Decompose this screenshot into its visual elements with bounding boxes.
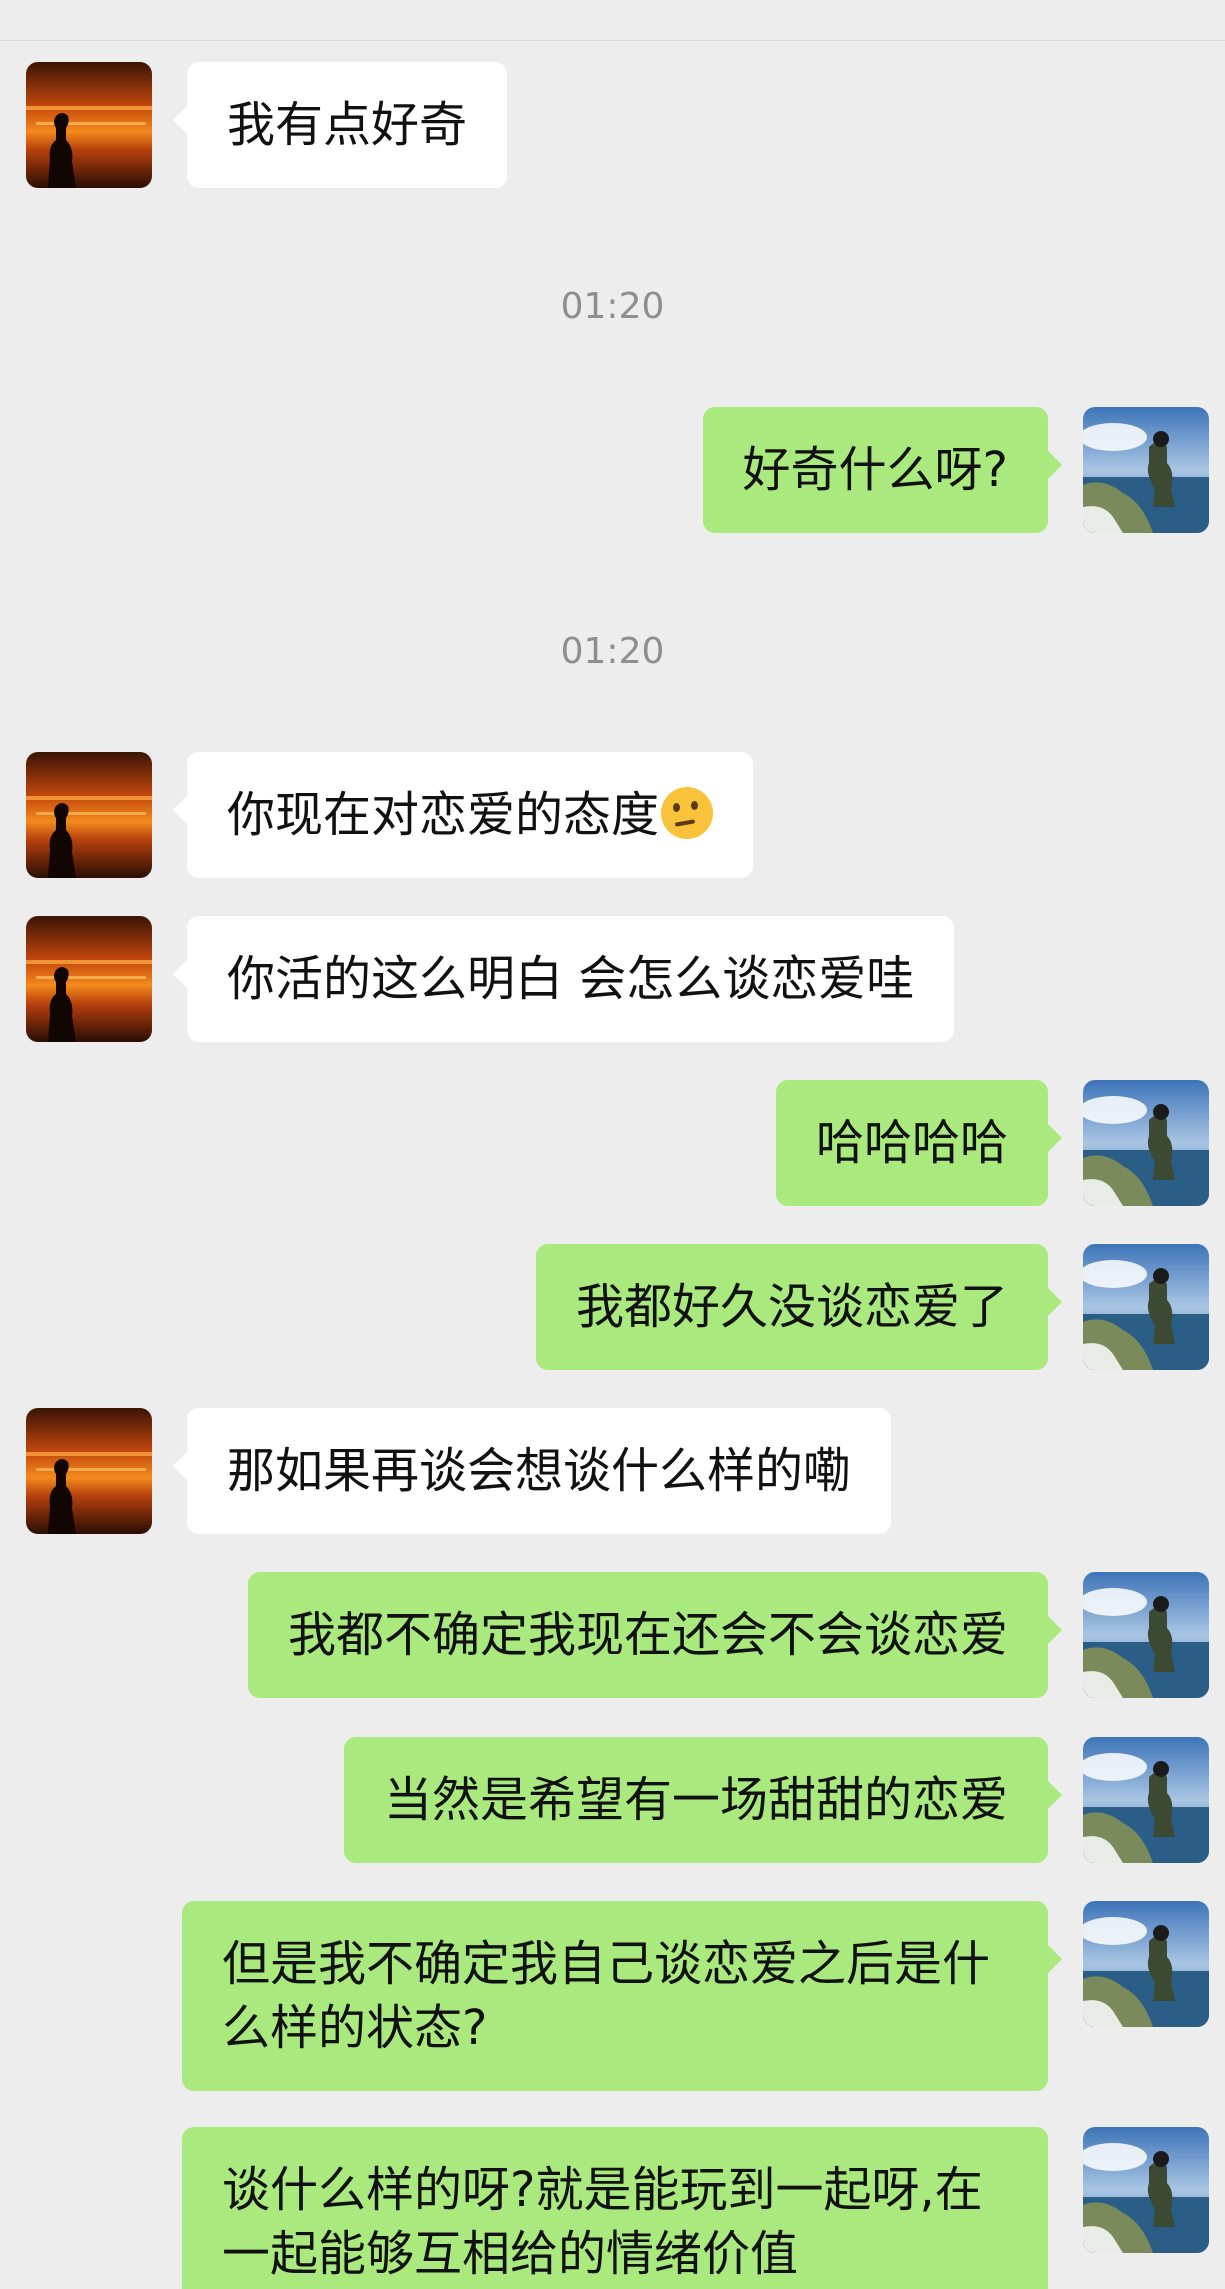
message-text: 你活的这么明白 会怎么谈恋爱哇 — [227, 951, 915, 1007]
message-text: 你现在对恋爱的态度 — [227, 787, 660, 843]
message-bubble[interactable]: 我有点好奇 — [172, 62, 508, 188]
message-bubble[interactable]: 好奇什么呀? — [702, 407, 1063, 533]
timestamp: 01:20 — [560, 286, 665, 327]
message-text: 谈什么样的呀?就是能玩到一起呀,在一起能够互相给的情绪价值 — [222, 2162, 983, 2282]
message-text: 那如果再谈会想谈什么样的嘞 — [227, 1443, 852, 1499]
timestamp: 01:20 — [560, 631, 665, 672]
message-bubble[interactable]: 你活的这么明白 会怎么谈恋爱哇 — [172, 916, 955, 1042]
message-row: 但是我不确定我自己谈恋爱之后是什么样的状态? — [0, 1901, 1225, 2091]
message-bubble[interactable]: 你现在对恋爱的态度 — [172, 752, 754, 878]
message-bubble[interactable]: 谈什么样的呀?就是能玩到一起呀,在一起能够互相给的情绪价值 — [182, 2127, 1048, 2289]
message-row: 当然是希望有一场甜甜的恋爱 — [0, 1737, 1225, 1863]
cliff-avatar-icon[interactable] — [1083, 1737, 1209, 1863]
message-text: 但是我不确定我自己谈恋爱之后是什么样的状态? — [222, 1936, 991, 2056]
message-row: 我有点好奇 — [0, 62, 1225, 188]
message-row: 你活的这么明白 会怎么谈恋爱哇 — [0, 916, 1225, 1042]
message-bubble[interactable]: 哈哈哈哈 — [775, 1080, 1063, 1206]
message-text: 我都好久没谈恋爱了 — [575, 1279, 1008, 1335]
cliff-avatar-icon[interactable] — [1083, 1244, 1209, 1370]
message-bubble[interactable]: 我都好久没谈恋爱了 — [535, 1244, 1063, 1370]
message-row: 你现在对恋爱的态度 — [0, 752, 1225, 878]
thinking-face-icon — [661, 787, 714, 839]
message-bubble[interactable]: 那如果再谈会想谈什么样的嘞 — [172, 1408, 892, 1534]
cliff-avatar-icon[interactable] — [1083, 2127, 1209, 2253]
message-text: 好奇什么呀? — [742, 442, 1008, 498]
sunset-avatar-icon[interactable] — [26, 62, 152, 188]
cliff-avatar-icon[interactable] — [1083, 1572, 1209, 1698]
chat-header-edge — [0, 0, 1225, 41]
message-row: 那如果再谈会想谈什么样的嘞 — [0, 1408, 1225, 1534]
sunset-avatar-icon[interactable] — [26, 1408, 152, 1534]
message-bubble[interactable]: 但是我不确定我自己谈恋爱之后是什么样的状态? — [182, 1901, 1062, 2091]
message-text: 我都不确定我现在还会不会谈恋爱 — [287, 1607, 1008, 1663]
message-bubble[interactable]: 当然是希望有一场甜甜的恋爱 — [343, 1737, 1063, 1863]
sunset-avatar-icon[interactable] — [26, 916, 152, 1042]
message-row: 谈什么样的呀?就是能玩到一起呀,在一起能够互相给的情绪价值 — [0, 2127, 1225, 2289]
message-row: 我都好久没谈恋爱了 — [0, 1244, 1225, 1370]
cliff-avatar-icon[interactable] — [1083, 1901, 1209, 2027]
message-text: 我有点好奇 — [227, 97, 468, 153]
message-text: 当然是希望有一场甜甜的恋爱 — [383, 1772, 1008, 1828]
cliff-avatar-icon[interactable] — [1083, 1080, 1209, 1206]
message-row: 我都不确定我现在还会不会谈恋爱 — [0, 1572, 1225, 1698]
sunset-avatar-icon[interactable] — [26, 752, 152, 878]
message-row: 好奇什么呀? — [0, 407, 1225, 533]
message-row: 哈哈哈哈 — [0, 1080, 1225, 1206]
message-text: 哈哈哈哈 — [815, 1115, 1008, 1171]
message-bubble[interactable]: 我都不确定我现在还会不会谈恋爱 — [247, 1572, 1063, 1698]
cliff-avatar-icon[interactable] — [1083, 407, 1209, 533]
